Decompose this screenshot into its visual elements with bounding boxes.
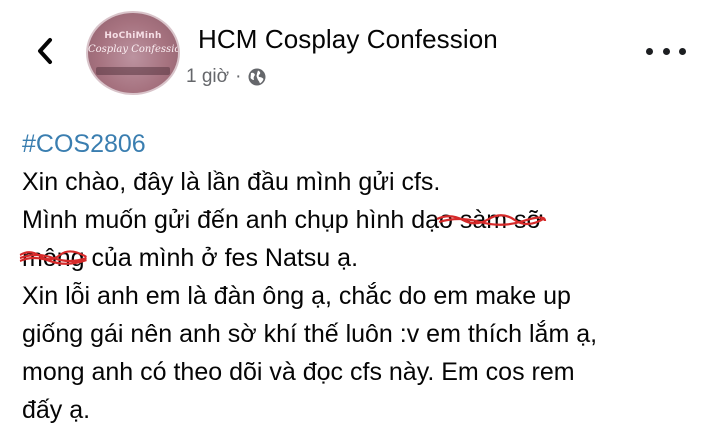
hashtag-link[interactable]: #COS2806 (22, 130, 146, 158)
scribbled-text: o sàm sỡ (436, 201, 547, 239)
post-line: mong anh có theo dõi và đọc cfs này. Em … (22, 358, 575, 386)
page-avatar[interactable]: HoChiMinh Cosplay Confession (86, 11, 180, 95)
post-line: Mình muốn gửi đến anh chụp hình dạo sàm … (22, 201, 712, 239)
post-line: Xin lỗi anh em là đàn ông ạ, chắc do em … (22, 282, 571, 310)
post-line: mông của mình ở fes Natsu ạ. (19, 239, 712, 277)
redacted-text: mông (22, 244, 85, 272)
post-meta: 1 giờ · (186, 66, 267, 88)
back-button[interactable] (30, 34, 60, 68)
more-horizontal-icon (662, 47, 670, 55)
post-time[interactable]: 1 giờ (186, 66, 229, 88)
avatar-text-top: HoChiMinh (104, 31, 162, 41)
post-body: #COS2806 Xin chào, đây là lần đầu mình g… (19, 125, 712, 429)
post-line: Xin chào, đây là lần đầu mình gửi cfs. (22, 168, 441, 196)
avatar-decoration (96, 67, 170, 75)
redacted-text: o sàm sỡ (439, 206, 543, 234)
meta-separator: · (235, 66, 242, 87)
post-text: của mình ở fes Natsu ạ. (84, 244, 359, 272)
globe-icon (248, 68, 266, 86)
avatar-text-bottom: Cosplay Confession (88, 44, 180, 55)
post-line: đấy ạ. (22, 396, 91, 424)
page-name-link[interactable]: HCM Cosplay Confession (198, 24, 498, 55)
more-options-button[interactable] (646, 40, 686, 62)
scribbled-text: mông (19, 239, 87, 277)
post-text: Mình muốn gửi đến anh chụp hình dạ (22, 206, 440, 234)
chevron-left-icon (38, 38, 52, 64)
more-horizontal-icon (646, 47, 653, 55)
post-line: giống gái nên anh sờ khí thế luôn :v em … (22, 320, 598, 348)
more-horizontal-icon (679, 47, 686, 55)
